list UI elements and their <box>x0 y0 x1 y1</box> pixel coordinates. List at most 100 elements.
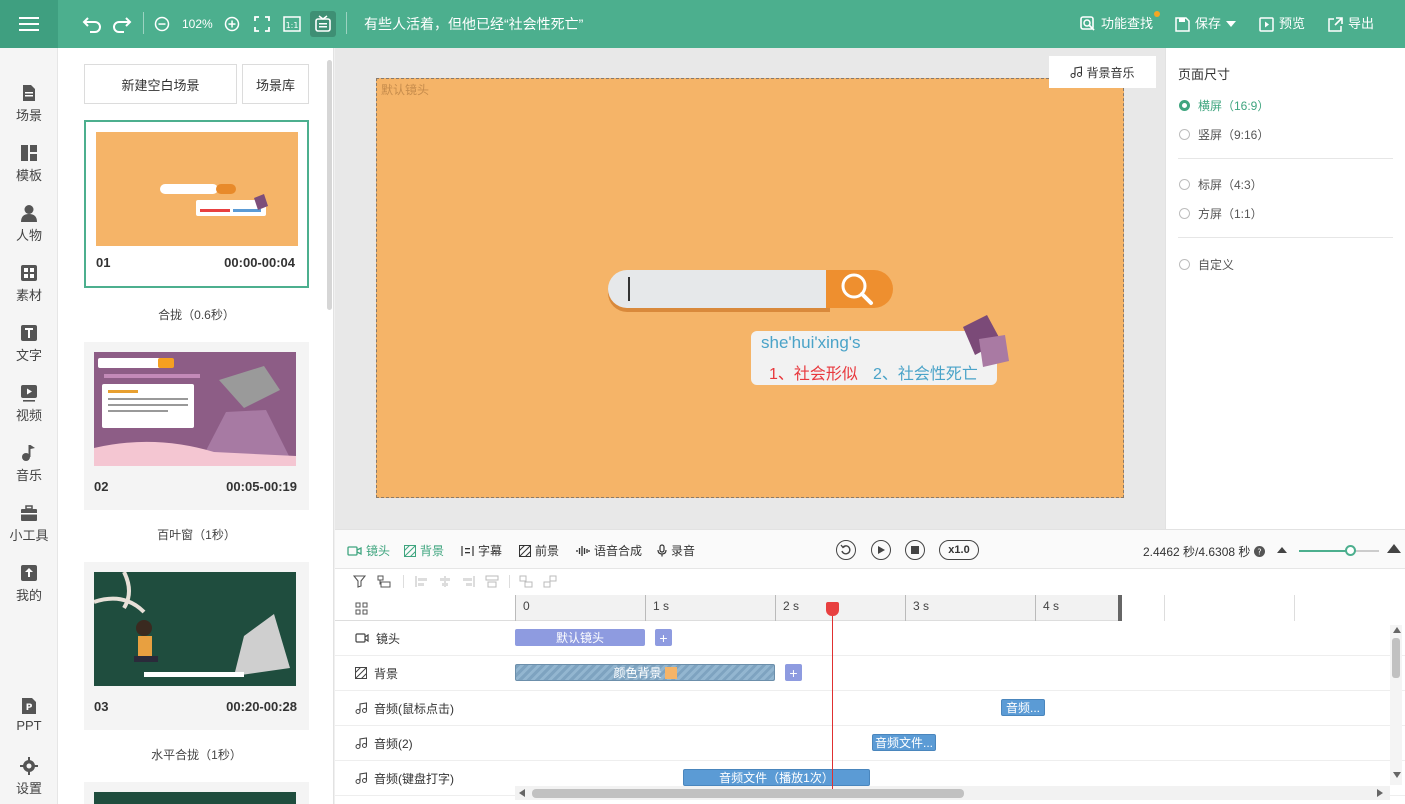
nav-ppt[interactable]: P PPT <box>0 693 58 745</box>
layer-icon[interactable] <box>377 575 391 588</box>
scroll-down-icon[interactable] <box>1393 772 1401 778</box>
scene-card-03[interactable]: 03 00:20-00:28 <box>84 562 309 730</box>
add-camera-button[interactable]: + <box>655 629 672 646</box>
export-button[interactable]: 导出 <box>1328 13 1374 35</box>
track-label-background[interactable]: 背景 <box>335 656 515 691</box>
radio-square[interactable]: 方屏（1:1） <box>1179 205 1263 222</box>
clip-camera[interactable]: 默认镜头 <box>515 629 645 646</box>
menu-button[interactable] <box>0 0 58 48</box>
scene-thumbnail <box>94 352 296 466</box>
zoom-in-mountain-icon[interactable] <box>1387 543 1401 553</box>
clip-audio2[interactable]: 音频文件... <box>872 734 936 751</box>
nav-video[interactable]: 视频 <box>0 380 58 432</box>
scene-transition[interactable]: 水平合拢（1秒） <box>84 746 309 763</box>
scene-library-button[interactable]: 场景库 <box>242 64 309 104</box>
zoom-in-icon[interactable] <box>220 12 244 36</box>
stop-icon <box>911 546 919 554</box>
radio-portrait[interactable]: 竖屏（9:16） <box>1179 126 1269 143</box>
track-camera[interactable]: 默认镜头 + <box>515 621 1405 656</box>
tab-camera[interactable]: 镜头 <box>347 542 390 559</box>
stop-button[interactable] <box>905 540 925 560</box>
rewind-button[interactable] <box>836 540 856 560</box>
nav-toolbox[interactable]: 小工具 <box>0 500 58 552</box>
undo-icon[interactable] <box>80 12 104 36</box>
clip-typing-audio[interactable]: 音频文件（播放1次） <box>683 769 870 786</box>
preview-button[interactable]: 预览 <box>1259 13 1305 35</box>
align-left-icon[interactable] <box>415 575 429 588</box>
nav-template[interactable]: 模板 <box>0 140 58 192</box>
ungroup-icon[interactable] <box>543 575 557 588</box>
align-center-icon[interactable] <box>438 575 452 588</box>
nav-scene[interactable]: 场景 <box>0 80 58 132</box>
zoom-out-mountain-icon[interactable] <box>1277 545 1287 553</box>
scroll-up-icon[interactable] <box>1393 627 1401 633</box>
speed-button[interactable]: x1.0 <box>939 540 979 560</box>
track-click-audio[interactable]: 音频... <box>515 691 1405 726</box>
clip-background[interactable]: 颜色背景 <box>515 664 775 681</box>
help-icon[interactable]: ? <box>1253 546 1265 557</box>
tab-subtitle[interactable]: 字幕 <box>461 542 502 559</box>
nav-music[interactable]: 音乐 <box>0 440 58 492</box>
timeline-vscroll-thumb[interactable] <box>1392 638 1400 678</box>
scene-transition[interactable]: 合拢（0.6秒） <box>84 306 309 323</box>
radio-dot <box>1179 100 1190 111</box>
save-button[interactable]: 保存 <box>1175 13 1237 35</box>
track-background[interactable]: 颜色背景 + <box>515 656 1405 691</box>
scene-panel: 新建空白场景 场景库 01 00:00-00:04 合拢（0.6秒） 02 00… <box>58 48 334 804</box>
nav-settings[interactable]: 设置 <box>0 753 58 804</box>
add-background-button[interactable]: + <box>785 664 802 681</box>
subtitle-icon <box>461 545 474 556</box>
background-music-button[interactable]: 背景音乐 <box>1049 56 1156 88</box>
track-label-click-audio[interactable]: 音频(鼠标点击) <box>335 691 515 726</box>
filter-icon[interactable] <box>353 575 366 588</box>
scene-card-04[interactable] <box>84 782 309 804</box>
time-ruler[interactable]: 0 1 s 2 s 3 s 4 s <box>515 595 1405 621</box>
actual-size-icon[interactable]: 1:1 <box>280 12 304 36</box>
document-title[interactable]: 有些人活着，但他已经“社会性死亡” <box>364 14 583 34</box>
redo-icon[interactable] <box>110 12 134 36</box>
timeline-time: 2.4462 秒/4.6308 秒 ? <box>1143 543 1265 560</box>
scroll-right-icon[interactable] <box>1377 789 1383 797</box>
scroll-left-icon[interactable] <box>519 789 525 797</box>
align-right-icon[interactable] <box>461 575 475 588</box>
radio-landscape[interactable]: 横屏（16:9） <box>1179 97 1269 114</box>
radio-standard[interactable]: 标屏（4:3） <box>1179 176 1263 193</box>
subtitle-mode-icon[interactable] <box>310 11 336 37</box>
timeline-hscroll-thumb[interactable] <box>532 789 964 798</box>
track-audio2[interactable]: 音频文件... <box>515 726 1405 761</box>
zoom-out-icon[interactable] <box>150 12 174 36</box>
fullscreen-icon[interactable] <box>250 12 274 36</box>
scene-transition[interactable]: 百叶窗（1秒） <box>84 526 309 543</box>
tracks-grid-icon[interactable] <box>355 602 368 615</box>
camera-icon <box>355 633 369 643</box>
top-bar: 102% 1:1 有些人活着，但他已经“社会性死亡” 功能查找 保存 预览 导出 <box>0 0 1405 48</box>
search-input-graphic[interactable] <box>608 270 830 308</box>
scene-card-01[interactable]: 01 00:00-00:04 <box>84 120 309 288</box>
playhead-handle[interactable] <box>826 602 839 616</box>
distribute-icon[interactable] <box>485 575 499 588</box>
new-blank-scene-button[interactable]: 新建空白场景 <box>84 64 237 104</box>
tab-foreground[interactable]: 前景 <box>519 542 559 559</box>
tab-record[interactable]: 录音 <box>657 542 695 559</box>
nav-text[interactable]: 文字 <box>0 320 58 372</box>
group-icon[interactable] <box>519 575 533 588</box>
scene-scrollbar[interactable] <box>327 60 332 310</box>
zoom-slider-knob[interactable] <box>1345 545 1356 556</box>
tab-background[interactable]: 背景 <box>404 542 444 559</box>
nav-mine[interactable]: 我的 <box>0 560 58 612</box>
track-label-camera[interactable]: 镜头 <box>335 621 515 656</box>
tick: 1 s <box>645 595 669 621</box>
function-search-button[interactable]: 功能查找 <box>1080 13 1153 35</box>
nav-material[interactable]: 素材 <box>0 260 58 312</box>
track-label-audio2[interactable]: 音频(2) <box>335 726 515 761</box>
stage[interactable]: 默认镜头 she'hui'xing's 1、社会形似 2、社会性死亡 <box>376 78 1124 498</box>
scene-card-02[interactable]: 02 00:05-00:19 <box>84 342 309 510</box>
radio-custom[interactable]: 自定义 <box>1179 256 1234 273</box>
radio-dot <box>1179 208 1190 219</box>
clip-click-audio[interactable]: 音频... <box>1001 699 1045 716</box>
play-button[interactable] <box>871 540 891 560</box>
search-button-graphic[interactable] <box>826 270 893 308</box>
nav-person[interactable]: 人物 <box>0 200 58 252</box>
tab-tts[interactable]: 语音合成 <box>576 542 642 559</box>
track-label-typing-audio[interactable]: 音频(键盘打字) <box>335 761 515 796</box>
